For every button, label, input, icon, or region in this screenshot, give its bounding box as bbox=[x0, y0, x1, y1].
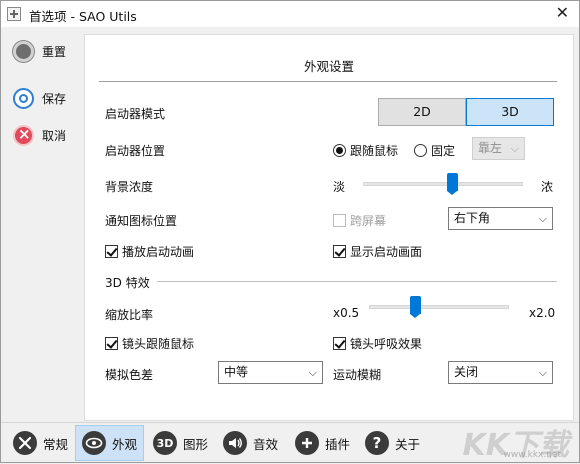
lens-follow-mouse-label: 镜头跟随鼠标 bbox=[122, 337, 195, 351]
checkbox-box bbox=[333, 337, 346, 350]
notify-corner-value: 右下角 bbox=[454, 211, 491, 225]
chevron-down-icon: ⌵ bbox=[510, 142, 519, 155]
save-button[interactable]: 保存 bbox=[13, 88, 66, 109]
fixed-radio[interactable]: 固定 bbox=[414, 142, 455, 159]
checkbox-box bbox=[333, 245, 346, 258]
tab-graphics-label: 图形 bbox=[183, 436, 209, 452]
dock-side-value: 靠左 bbox=[478, 141, 503, 155]
cancel-button[interactable]: 取消 bbox=[13, 125, 66, 146]
reset-icon bbox=[13, 41, 34, 62]
watermark: KK下载 www.kkx.net bbox=[445, 420, 575, 463]
tab-about[interactable]: ? 关于 bbox=[359, 425, 426, 461]
play-launch-animation-checkbox[interactable]: 播放启动动画 bbox=[105, 243, 194, 260]
chevron-down-icon: ⌵ bbox=[538, 212, 547, 225]
radio-dot bbox=[414, 144, 427, 157]
checkbox-box bbox=[105, 337, 118, 350]
app-icon bbox=[7, 7, 21, 21]
bottom-tab-bar: 常规 外观 3D 图形 音效 插件 ? 关于 KK下载 www.kkx.net bbox=[1, 420, 579, 463]
tab-plugins[interactable]: 插件 bbox=[289, 425, 356, 461]
chromatic-aberration-select[interactable]: 中等 ⌵ bbox=[218, 361, 323, 384]
tab-general-label: 常规 bbox=[43, 436, 69, 452]
title-bar[interactable]: 首选项 - SAO Utils ✕ bbox=[1, 1, 579, 27]
cross-screen-label: 跨屏幕 bbox=[350, 214, 387, 228]
question-icon: ? bbox=[365, 431, 389, 455]
3d-icon: 3D bbox=[153, 431, 177, 455]
mode-3d-button[interactable]: 3D bbox=[466, 98, 554, 126]
tab-sound-label: 音效 bbox=[253, 436, 279, 452]
chromatic-aberration-label: 模拟色差 bbox=[105, 368, 154, 382]
appearance-panel: 外观设置 启动器模式 2D 3D 启动器位置 跟随鼠标 固定 靠左 ⌵ 背景浓度… bbox=[84, 34, 574, 421]
scale-label: 缩放比率 bbox=[105, 308, 154, 322]
motion-blur-select[interactable]: 关闭 ⌵ bbox=[448, 361, 553, 384]
preferences-window: 首选项 - SAO Utils ✕ 重置 保存 取消 外观设置 启动器模式 2D… bbox=[0, 0, 580, 463]
background-density-label: 背景浓度 bbox=[105, 180, 154, 194]
tab-graphics[interactable]: 3D 图形 bbox=[147, 425, 214, 461]
tools-icon bbox=[13, 431, 37, 455]
density-slider-thumb[interactable] bbox=[447, 173, 459, 195]
scale-max-label: x2.0 bbox=[529, 306, 556, 320]
lens-breathing-label: 镜头呼吸效果 bbox=[350, 337, 423, 351]
show-splash-label: 显示启动画面 bbox=[350, 245, 423, 259]
radio-dot bbox=[333, 144, 346, 157]
follow-mouse-label: 跟随鼠标 bbox=[350, 144, 399, 158]
effects-divider bbox=[157, 281, 557, 282]
chevron-down-icon: ⌵ bbox=[308, 366, 317, 379]
chromatic-aberration-value: 中等 bbox=[224, 365, 249, 379]
follow-mouse-radio[interactable]: 跟随鼠标 bbox=[333, 142, 398, 159]
eye-icon bbox=[82, 431, 106, 455]
cancel-label: 取消 bbox=[42, 129, 67, 143]
scale-min-label: x0.5 bbox=[333, 306, 360, 320]
motion-blur-value: 关闭 bbox=[454, 365, 479, 379]
notify-icon-position-label: 通知图标位置 bbox=[105, 214, 178, 228]
save-icon bbox=[13, 88, 34, 109]
scale-slider-thumb[interactable] bbox=[409, 296, 421, 318]
density-min-label: 淡 bbox=[333, 180, 346, 194]
tab-appearance-label: 外观 bbox=[112, 436, 138, 452]
reset-button[interactable]: 重置 bbox=[13, 41, 66, 62]
density-max-label: 浓 bbox=[541, 180, 554, 194]
fixed-label: 固定 bbox=[431, 144, 456, 158]
checkbox-box bbox=[333, 214, 346, 227]
density-slider-track[interactable] bbox=[363, 182, 523, 186]
play-launch-animation-label: 播放启动动画 bbox=[122, 245, 195, 259]
chevron-down-icon: ⌵ bbox=[538, 366, 547, 379]
mode-2d-button[interactable]: 2D bbox=[378, 98, 466, 126]
notify-corner-select[interactable]: 右下角 ⌵ bbox=[448, 207, 553, 230]
tab-plugins-label: 插件 bbox=[325, 436, 351, 452]
save-label: 保存 bbox=[42, 92, 67, 106]
effects-3d-heading: 3D 特效 bbox=[105, 276, 150, 290]
scale-slider-track[interactable] bbox=[369, 305, 509, 309]
plus-icon bbox=[295, 431, 319, 455]
title-divider bbox=[99, 81, 557, 82]
show-splash-checkbox[interactable]: 显示启动画面 bbox=[333, 243, 422, 260]
checkbox-box bbox=[105, 245, 118, 258]
cross-screen-checkbox[interactable]: 跨屏幕 bbox=[333, 212, 386, 229]
speaker-icon bbox=[223, 431, 247, 455]
lens-breathing-checkbox[interactable]: 镜头呼吸效果 bbox=[333, 335, 422, 352]
cancel-icon bbox=[13, 125, 34, 146]
reset-label: 重置 bbox=[42, 45, 67, 59]
panel-title: 外观设置 bbox=[303, 59, 354, 74]
lens-follow-mouse-checkbox[interactable]: 镜头跟随鼠标 bbox=[105, 335, 194, 352]
motion-blur-label: 运动模糊 bbox=[333, 368, 382, 382]
tab-about-label: 关于 bbox=[395, 436, 421, 452]
close-icon[interactable]: ✕ bbox=[556, 3, 569, 22]
tab-general[interactable]: 常规 bbox=[7, 425, 74, 461]
tab-sound[interactable]: 音效 bbox=[217, 425, 284, 461]
dock-side-select[interactable]: 靠左 ⌵ bbox=[472, 137, 525, 160]
launcher-position-label: 启动器位置 bbox=[105, 144, 166, 158]
tab-appearance[interactable]: 外观 bbox=[75, 425, 145, 461]
launcher-mode-label: 启动器模式 bbox=[105, 107, 166, 121]
watermark-url: www.kkx.net bbox=[503, 450, 562, 460]
window-title: 首选项 - SAO Utils bbox=[29, 9, 137, 24]
